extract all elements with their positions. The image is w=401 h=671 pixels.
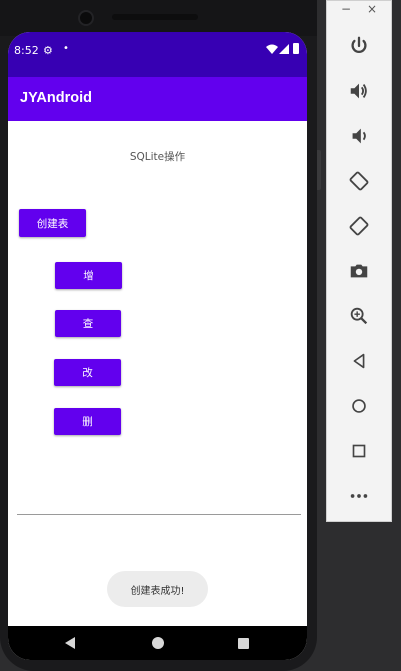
system-nav-bar (8, 626, 307, 660)
volume-up-icon[interactable] (344, 76, 374, 106)
power-icon[interactable] (344, 31, 374, 61)
cell-signal-icon (279, 44, 289, 54)
volume-down-icon[interactable] (344, 121, 374, 151)
query-button[interactable]: 查 (55, 310, 121, 337)
divider-line (17, 514, 301, 515)
app-bar: JYAndroid (8, 77, 307, 121)
main-content: SQLite操作 创建表 增 查 改 删 创建表成功! (8, 121, 307, 626)
camera-icon[interactable] (344, 256, 374, 286)
overview-icon[interactable] (344, 436, 374, 466)
status-time: 8:52 (14, 44, 39, 57)
rotate-right-icon[interactable] (344, 211, 374, 241)
device-screen: 8:52 ⚙ • JYAndroid SQLite操作 创建表 增 查 改 删 … (8, 32, 307, 660)
toast-message: 创建表成功! (107, 571, 208, 607)
wifi-icon (266, 44, 278, 54)
emulator-window: 8:52 ⚙ • JYAndroid SQLite操作 创建表 增 查 改 删 … (0, 0, 401, 671)
back-icon[interactable] (344, 346, 374, 376)
front-camera (78, 10, 94, 26)
rotate-left-icon[interactable] (344, 166, 374, 196)
minimize-button[interactable]: − (341, 2, 351, 16)
phone-frame: 8:52 ⚙ • JYAndroid SQLite操作 创建表 增 查 改 删 … (0, 0, 317, 671)
close-button[interactable]: × (367, 2, 377, 16)
phone-top-bezel (0, 0, 317, 36)
emulator-toolbar: − × (326, 0, 392, 522)
home-icon[interactable] (344, 391, 374, 421)
page-heading: SQLite操作 (129, 151, 186, 163)
earpiece-speaker (112, 14, 198, 20)
phone-side-button (317, 150, 321, 190)
more-icon[interactable] (344, 481, 374, 511)
insert-button[interactable]: 增 (55, 262, 122, 289)
notification-dot-icon: • (63, 43, 69, 54)
create-table-button[interactable]: 创建表 (19, 209, 86, 237)
app-title: JYAndroid (20, 90, 92, 106)
toolbar-header: − × (327, 1, 391, 23)
status-bar: 8:52 ⚙ • (8, 32, 307, 77)
settings-gear-icon: ⚙ (43, 44, 53, 57)
nav-back-icon[interactable] (65, 637, 75, 649)
nav-home-icon[interactable] (152, 637, 164, 649)
update-button[interactable]: 改 (54, 359, 121, 386)
zoom-icon[interactable] (344, 301, 374, 331)
battery-icon (293, 43, 299, 54)
nav-recents-icon[interactable] (238, 638, 249, 649)
delete-button[interactable]: 删 (54, 408, 121, 435)
